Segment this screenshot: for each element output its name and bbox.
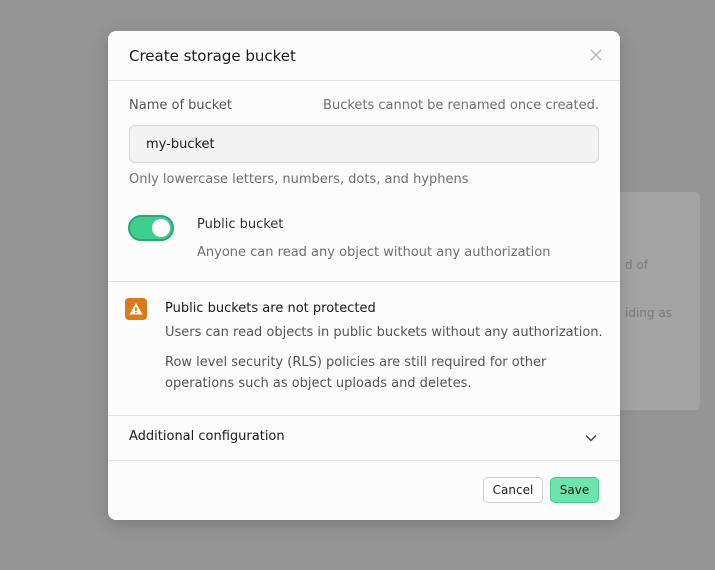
warning-text: Row level security (RLS) policies are st…	[165, 355, 547, 391]
warning-triangle-icon	[125, 298, 147, 320]
warning-text: Users can read objects in public buckets…	[165, 325, 603, 340]
additional-configuration-toggle[interactable]: Additional configuration	[108, 416, 620, 461]
background-text: iding as	[625, 306, 672, 320]
save-button[interactable]: Save	[550, 477, 599, 503]
toggle-knob	[152, 219, 170, 237]
public-bucket-label: Public bucket	[197, 217, 284, 232]
public-bucket-toggle[interactable]	[128, 215, 174, 241]
public-bucket-warning: Public buckets are not protected Users c…	[108, 282, 620, 416]
close-icon[interactable]	[586, 45, 606, 65]
background-text: d of	[625, 258, 648, 272]
bucket-name-help: Only lowercase letters, numbers, dots, a…	[129, 172, 469, 187]
bucket-name-label: Name of bucket	[129, 98, 232, 113]
additional-configuration-label: Additional configuration	[129, 429, 285, 444]
create-bucket-dialog: Create storage bucket Name of bucket Buc…	[108, 31, 620, 520]
dialog-header: Create storage bucket	[108, 31, 620, 81]
bucket-name-hint: Buckets cannot be renamed once created.	[323, 98, 599, 113]
cancel-button[interactable]: Cancel	[483, 477, 543, 503]
warning-title: Public buckets are not protected	[165, 301, 376, 316]
public-bucket-description: Anyone can read any object without any a…	[197, 245, 551, 260]
bucket-name-input[interactable]	[129, 125, 599, 163]
dialog-footer: Cancel Save	[108, 461, 620, 520]
chevron-down-icon	[585, 434, 597, 442]
dialog-title: Create storage bucket	[129, 47, 296, 65]
